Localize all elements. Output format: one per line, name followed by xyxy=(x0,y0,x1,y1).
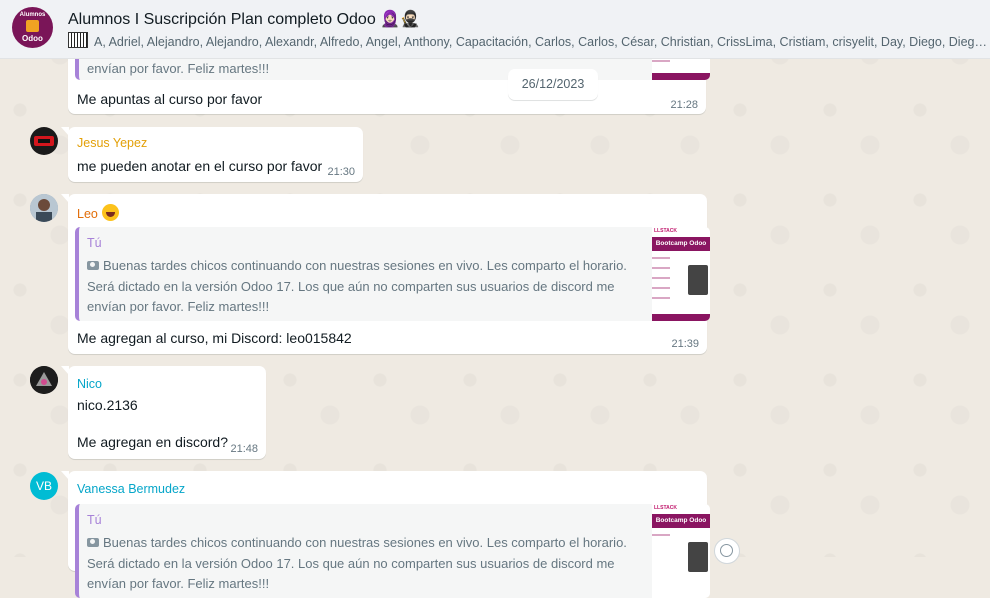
avatar-line1: Alumnos xyxy=(19,12,46,18)
avatar[interactable] xyxy=(30,366,58,394)
message-bubble[interactable]: Vanessa Bermudez Tú Buenas tardes chicos… xyxy=(61,471,710,598)
group-avatar[interactable]: Alumnos Odoo xyxy=(12,7,53,48)
avatar[interactable] xyxy=(30,194,58,222)
message-bubble[interactable]: Nico nico.2136 Me agregan en discord? 21… xyxy=(61,366,266,459)
thumb-brand: LLSTACK xyxy=(654,505,677,511)
quoted-message[interactable]: Tú Buenas tardes chicos continuando con … xyxy=(75,504,710,598)
thumb-brand: LLSTACK xyxy=(654,228,677,234)
piano-icon xyxy=(68,32,88,48)
chat-header[interactable]: Alumnos Odoo Alumnos I Suscripción Plan … xyxy=(0,0,990,59)
message-bubble[interactable]: Leo Tú Buenas tardes chicos continuando … xyxy=(61,194,710,354)
quoted-sender: Tú xyxy=(87,236,102,250)
avatar[interactable] xyxy=(30,127,58,155)
message-bubble[interactable]: Jesus Yepez me pueden anotar en el curso… xyxy=(61,127,363,182)
quoted-sender: Tú xyxy=(87,513,102,527)
sender-name[interactable]: Vanessa Bermudez xyxy=(77,482,185,496)
sender-name[interactable]: Jesus Yepez xyxy=(77,136,147,150)
message-time: 21:30 xyxy=(327,166,355,178)
camera-icon xyxy=(87,261,99,270)
grinning-face-icon xyxy=(101,204,119,221)
thumb-title: Bootcamp Odoo xyxy=(652,514,710,528)
message-time: 21:28 xyxy=(670,99,698,111)
message-text-line1: nico.2136 xyxy=(77,397,138,413)
date-separator: 26/12/2023 xyxy=(508,69,598,100)
message-time: 21:39 xyxy=(671,338,699,350)
message-text: Me apuntas al curso por favor xyxy=(77,91,263,107)
quoted-text-body: Buenas tardes chicos continuando con nue… xyxy=(87,535,627,591)
message-text: me pueden anotar en el curso por favor xyxy=(77,158,323,174)
sender-name-text: Leo xyxy=(77,207,98,221)
group-members[interactable]: A, Adriel, Alejandro, Alejandro, Alexand… xyxy=(68,32,988,49)
camera-icon xyxy=(87,538,99,547)
quoted-thumbnail: LLSTACK Bootcamp Odoo xyxy=(652,227,710,321)
sender-name[interactable]: Leo xyxy=(77,204,119,221)
group-title[interactable]: Alumnos I Suscripción Plan completo Odoo… xyxy=(68,9,420,29)
quoted-message[interactable]: Tú Buenas tardes chicos continuando con … xyxy=(75,227,710,321)
message-text-line2: Me agregan en discord? xyxy=(77,434,228,450)
user-avatar-icon xyxy=(34,136,54,146)
user-avatar-icon xyxy=(30,366,58,394)
avatar-line2: Odoo xyxy=(22,34,43,43)
user-avatar-icon xyxy=(30,194,58,222)
message-text: Me agregan al curso, mi Discord: leo0158… xyxy=(77,330,352,346)
quoted-text: Buenas tardes chicos continuando con nue… xyxy=(87,256,632,318)
emoji-reaction-icon[interactable] xyxy=(714,538,740,564)
avatar[interactable]: VB xyxy=(30,472,58,500)
thumb-title: Bootcamp Odoo xyxy=(652,237,710,251)
message-time: 21:48 xyxy=(230,443,258,455)
sender-name[interactable]: Nico xyxy=(77,377,102,391)
quoted-text: Buenas tardes chicos continuando con nue… xyxy=(87,533,632,595)
quoted-text-body: Buenas tardes chicos continuando con nue… xyxy=(87,258,627,314)
quoted-thumbnail: LLSTACK Bootcamp Odoo xyxy=(652,504,710,598)
members-list: A, Adriel, Alejandro, Alejandro, Alexand… xyxy=(94,35,988,49)
odoo-emblem-icon xyxy=(26,20,39,32)
